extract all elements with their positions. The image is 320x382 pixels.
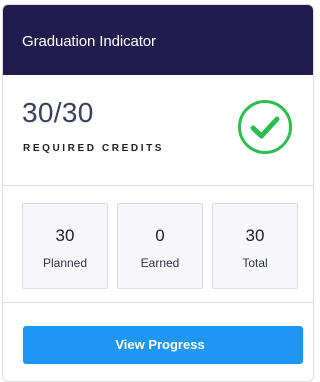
credits-summary: 30/30 REQUIRED CREDITS: [3, 75, 313, 186]
total-label: Total: [242, 256, 268, 270]
credit-stats: 30 Planned 0 Earned 30 Total: [3, 186, 313, 303]
earned-label: Earned: [140, 256, 180, 270]
graduation-indicator-card: Graduation Indicator 30/30 REQUIRED CRED…: [2, 4, 314, 382]
view-progress-label: View Progress: [115, 337, 205, 352]
planned-value: 30: [55, 226, 75, 245]
planned-stat: 30 Planned: [22, 203, 108, 289]
required-credits-label: REQUIRED CREDITS: [23, 143, 165, 154]
view-progress-button[interactable]: View Progress: [23, 326, 303, 364]
card-header: Graduation Indicator: [3, 5, 313, 75]
planned-label: Planned: [42, 256, 88, 270]
card-title: Graduation Indicator: [22, 33, 156, 50]
earned-value: 0: [155, 226, 165, 245]
total-stat: 30 Total: [212, 203, 298, 289]
credits-fraction: 30/30: [22, 97, 94, 128]
check-circle-icon: [238, 100, 292, 154]
earned-stat: 0 Earned: [117, 203, 203, 289]
total-value: 30: [245, 226, 265, 245]
